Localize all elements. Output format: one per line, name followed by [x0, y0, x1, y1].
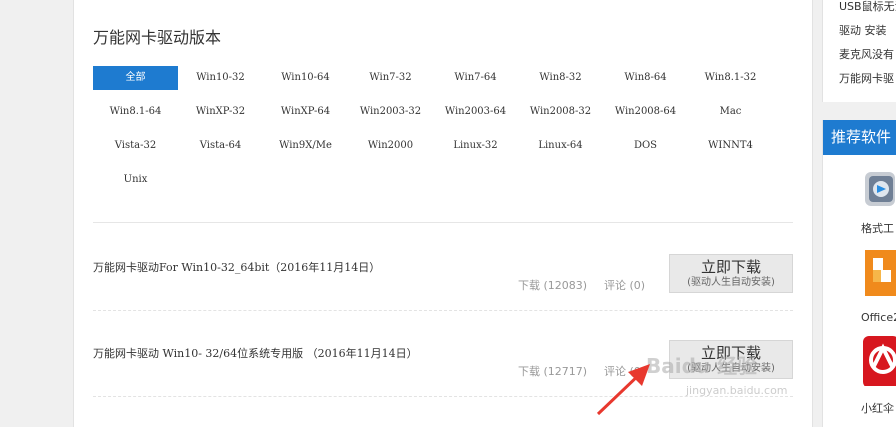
filter-win8.1-32[interactable]: Win8.1-32 [688, 66, 773, 90]
filter-win8-64[interactable]: Win8-64 [603, 66, 688, 90]
filter-win7-32[interactable]: Win7-32 [348, 66, 433, 90]
divider [93, 222, 793, 223]
avira-icon[interactable] [859, 334, 896, 388]
office-icon[interactable] [859, 248, 896, 300]
recommend-panel: 推荐软件 格式工 Office2 小红伞 [822, 120, 896, 427]
filter-win2003-32[interactable]: Win2003-32 [348, 100, 433, 124]
related-link[interactable]: 万能网卡驱 [839, 70, 894, 86]
filter-win2008-64[interactable]: Win2008-64 [603, 100, 688, 124]
baidu-watermark: Baidu 经验 [646, 354, 758, 378]
filter-linux-32[interactable]: Linux-32 [433, 134, 518, 158]
filter-winnt4[interactable]: WINNT4 [688, 134, 773, 158]
related-link[interactable]: USB鼠标无法 [839, 0, 896, 14]
filter-winxp-64[interactable]: WinXP-64 [263, 100, 348, 124]
driver-item-title[interactable]: 万能网卡驱动For Win10-32_64bit（2016年11月14日） [93, 259, 380, 275]
app-label[interactable]: Office2 [861, 311, 896, 324]
related-links-panel: USB鼠标无法 驱动 安装 麦克风没有 万能网卡驱 [822, 0, 896, 102]
recommend-title: 推荐软件 [823, 120, 896, 155]
app-label[interactable]: 格式工 [861, 220, 894, 236]
comment-count[interactable]: 评论 (0) [604, 277, 645, 293]
filter-dos[interactable]: DOS [603, 134, 688, 158]
filter-win10-64[interactable]: Win10-64 [263, 66, 348, 90]
filter-all[interactable]: 全部 [93, 66, 178, 90]
filter-vista-32[interactable]: Vista-32 [93, 134, 178, 158]
divider [93, 310, 793, 311]
baidu-watermark-url: jingyan.baidu.com [686, 384, 788, 397]
section-title: 万能网卡驱动版本 [93, 28, 222, 47]
related-link[interactable]: 麦克风没有 [839, 46, 894, 62]
filter-vista-64[interactable]: Vista-64 [178, 134, 263, 158]
download-now-sublabel: (驱动人生自动安装) [687, 277, 775, 288]
download-count: 下载 (12717) [518, 365, 588, 378]
filter-mac[interactable]: Mac [688, 100, 773, 124]
filter-win7-64[interactable]: Win7-64 [433, 66, 518, 90]
red-arrow-icon [596, 364, 650, 416]
filter-linux-64[interactable]: Linux-64 [518, 134, 603, 158]
filter-win2003-64[interactable]: Win2003-64 [433, 100, 518, 124]
app-label[interactable]: 小红伞 [861, 400, 894, 416]
filter-unix[interactable]: Unix [93, 168, 178, 192]
driver-item-title[interactable]: 万能网卡驱动 Win10- 32/64位系统专用版 （2016年11月14日） [93, 345, 418, 361]
related-link[interactable]: 驱动 安装 [839, 22, 887, 38]
filter-win2008-32[interactable]: Win2008-32 [518, 100, 603, 124]
filter-win8.1-64[interactable]: Win8.1-64 [93, 100, 178, 124]
filter-win9x-me[interactable]: Win9X/Me [263, 134, 348, 158]
filter-win8-32[interactable]: Win8-32 [518, 66, 603, 90]
filter-win10-32[interactable]: Win10-32 [178, 66, 263, 90]
download-now-label: 立即下载 [700, 258, 761, 276]
download-now-button[interactable]: 立即下载 (驱动人生自动安装) [669, 254, 793, 293]
download-count: 下载 (12083) [518, 279, 588, 292]
format-factory-icon[interactable] [859, 162, 896, 214]
filter-winxp-32[interactable]: WinXP-32 [178, 100, 263, 124]
filter-win2000[interactable]: Win2000 [348, 134, 433, 158]
